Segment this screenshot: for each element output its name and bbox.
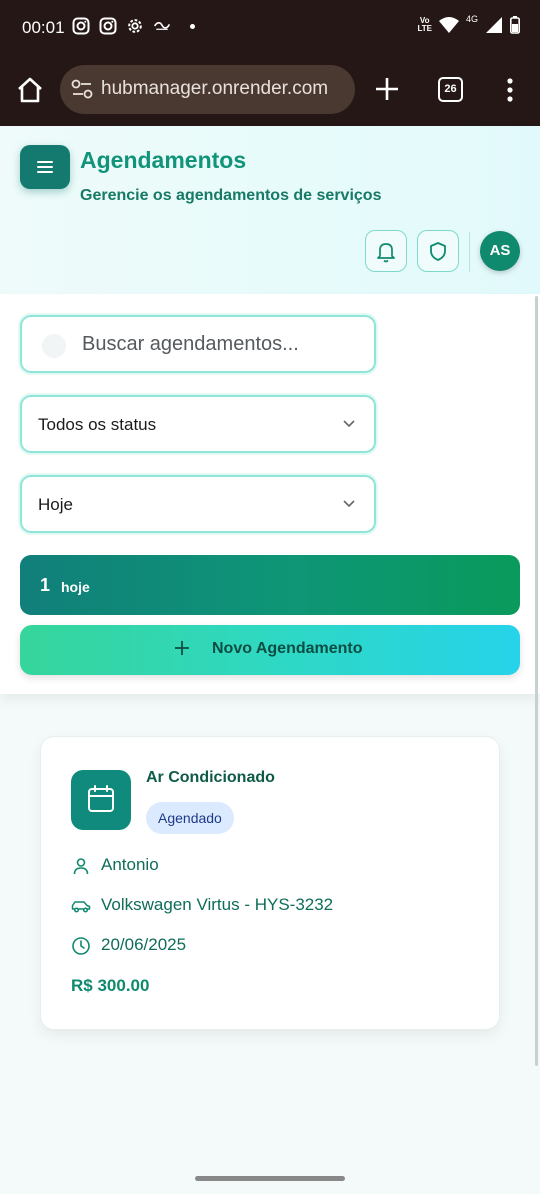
battery-icon bbox=[510, 16, 520, 34]
status-time: 00:01 bbox=[22, 18, 65, 37]
network-type: 4G bbox=[465, 14, 478, 24]
admin-button[interactable] bbox=[417, 230, 459, 272]
site-settings-icon[interactable] bbox=[70, 78, 94, 100]
date-filter-select[interactable]: Hoje bbox=[20, 475, 376, 533]
new-tab-icon[interactable] bbox=[373, 75, 401, 103]
appointments-count: 1 bbox=[40, 575, 51, 595]
settings-icon bbox=[128, 19, 142, 33]
system-icons: Vo LTE 4G bbox=[417, 14, 520, 34]
menu-button[interactable] bbox=[20, 145, 70, 189]
status-bar: 00:01 Vo LTE 4G bbox=[0, 0, 540, 56]
search-input[interactable] bbox=[82, 333, 362, 356]
notifications-button[interactable] bbox=[365, 230, 407, 272]
search-field[interactable] bbox=[20, 315, 376, 373]
header-divider bbox=[469, 232, 470, 272]
service-icon-box bbox=[71, 770, 131, 830]
new-appointment-button[interactable]: Novo Agendamento bbox=[20, 625, 520, 675]
page-title: Agendamentos bbox=[80, 147, 247, 173]
new-appointment-label: Novo Agendamento bbox=[212, 640, 363, 657]
app-logo-icon bbox=[153, 22, 171, 30]
url-text: hubmanager.onrender.com bbox=[101, 78, 329, 99]
chevron-down-icon bbox=[343, 420, 355, 428]
appointment-price: R$ 300.00 bbox=[71, 976, 150, 995]
appointment-card[interactable]: Ar Condicionado Agendado Antonio Volkswa… bbox=[40, 736, 500, 1030]
filters-panel: Todos os status Hoje 1 hoje Novo Agendam… bbox=[0, 294, 540, 694]
vehicle-info: Volkswagen Virtus - HYS-3232 bbox=[101, 895, 334, 914]
appointments-count-banner: 1 hoje bbox=[20, 555, 520, 615]
car-icon bbox=[71, 901, 91, 913]
instagram-icon-2 bbox=[99, 17, 117, 35]
chevron-down-icon bbox=[343, 500, 355, 508]
home-indicator[interactable] bbox=[195, 1176, 345, 1181]
bell-icon bbox=[377, 243, 395, 263]
home-icon[interactable] bbox=[14, 74, 46, 106]
plus-icon bbox=[175, 641, 189, 655]
more-options-icon[interactable] bbox=[500, 76, 520, 104]
tab-switcher-button[interactable]: 26 bbox=[438, 77, 463, 102]
appointments-count-label: hoje bbox=[61, 579, 90, 595]
service-name: Ar Condicionado bbox=[146, 769, 275, 786]
page-subtitle: Gerencie os agendamentos de serviços bbox=[80, 187, 382, 204]
user-icon bbox=[73, 858, 89, 875]
status-filter-select[interactable]: Todos os status bbox=[20, 395, 376, 453]
status-badge: Agendado bbox=[146, 802, 234, 834]
calendar-icon bbox=[88, 785, 114, 812]
clock-icon bbox=[72, 937, 90, 955]
client-name: Antonio bbox=[101, 855, 159, 874]
browser-toolbar: hubmanager.onrender.com 26 bbox=[0, 56, 540, 126]
wifi-icon bbox=[438, 17, 459, 33]
user-avatar[interactable]: AS bbox=[480, 231, 520, 271]
more-notifications-dot bbox=[190, 23, 195, 29]
status-filter-value: Todos os status bbox=[38, 415, 157, 434]
signal-icon bbox=[486, 17, 502, 33]
instagram-icon bbox=[72, 17, 90, 35]
notification-icons bbox=[72, 17, 195, 35]
shield-icon bbox=[430, 242, 446, 261]
volte-indicator: Vo LTE bbox=[417, 16, 432, 33]
appointment-date: 20/06/2025 bbox=[101, 935, 187, 954]
app-header: Agendamentos Gerencie os agendamentos de… bbox=[0, 126, 540, 294]
search-icon bbox=[42, 334, 66, 358]
menu-icon bbox=[37, 161, 53, 173]
date-filter-value: Hoje bbox=[38, 495, 73, 514]
page-scrollbar[interactable] bbox=[535, 296, 538, 1066]
address-bar[interactable]: hubmanager.onrender.com bbox=[60, 65, 355, 114]
